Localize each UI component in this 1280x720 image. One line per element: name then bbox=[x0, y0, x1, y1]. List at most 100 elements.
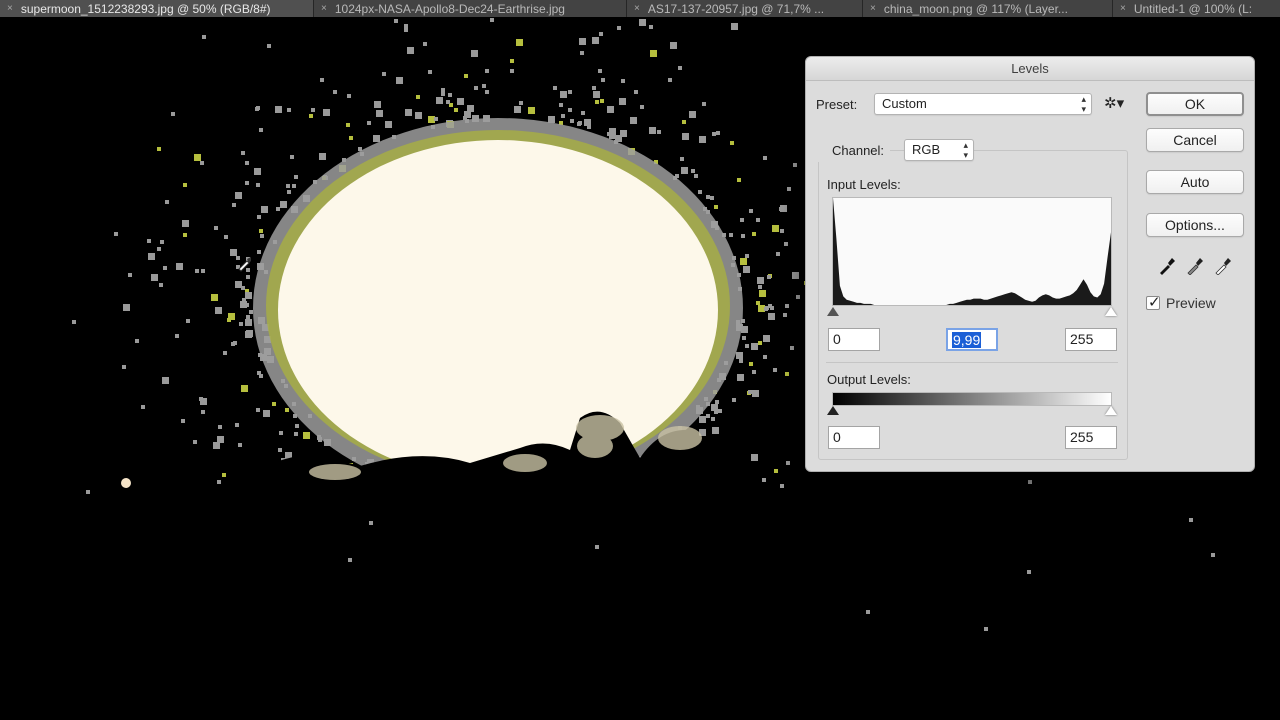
noise-pixel bbox=[218, 425, 222, 429]
preset-select[interactable]: Custom ▴ ▾ bbox=[874, 93, 1092, 115]
noise-pixel bbox=[319, 153, 326, 160]
noise-pixel bbox=[148, 253, 155, 260]
tab-supermoon[interactable]: × supermoon_1512238293.jpg @ 50% (RGB/8#… bbox=[0, 0, 314, 17]
cancel-button[interactable]: Cancel bbox=[1146, 128, 1244, 152]
gray-point-eyedropper-icon[interactable] bbox=[1185, 255, 1205, 275]
noise-pixel bbox=[423, 42, 427, 46]
dialog-title[interactable]: Levels bbox=[806, 57, 1254, 81]
channel-select[interactable]: RGB ▴ ▾ bbox=[904, 139, 974, 161]
noise-pixel bbox=[238, 443, 242, 447]
noise-pixel bbox=[259, 374, 263, 378]
noise-pixel bbox=[72, 320, 76, 324]
white-point-eyedropper-icon[interactable] bbox=[1213, 255, 1233, 275]
input-black-field[interactable]: 0 bbox=[828, 328, 880, 351]
gear-icon[interactable]: ✲▾ bbox=[1104, 94, 1124, 112]
noise-pixel bbox=[256, 183, 260, 187]
noise-pixel bbox=[278, 448, 282, 452]
noise-pixel bbox=[157, 247, 161, 251]
close-tab-icon[interactable]: × bbox=[7, 3, 13, 14]
noise-pixel bbox=[751, 343, 758, 350]
noise-pixel bbox=[740, 258, 747, 265]
close-tab-icon[interactable]: × bbox=[870, 3, 876, 14]
noise-pixel bbox=[758, 341, 762, 345]
preview-checkbox-row[interactable]: Preview bbox=[1146, 293, 1216, 311]
noise-pixel bbox=[290, 155, 294, 159]
noise-pixel bbox=[135, 339, 139, 343]
noise-pixel bbox=[245, 181, 249, 185]
output-black-field[interactable]: 0 bbox=[828, 426, 880, 449]
close-tab-icon[interactable]: × bbox=[321, 3, 327, 14]
noise-pixel bbox=[241, 385, 248, 392]
noise-pixel bbox=[763, 355, 767, 359]
noise-pixel bbox=[796, 295, 800, 299]
noise-pixel bbox=[581, 111, 585, 115]
noise-pixel bbox=[323, 109, 330, 116]
tab-untitled-1[interactable]: × Untitled-1 @ 100% (L: bbox=[1113, 0, 1280, 17]
noise-pixel bbox=[577, 122, 581, 126]
channel-value: RGB bbox=[912, 142, 941, 157]
noise-pixel bbox=[415, 112, 422, 119]
noise-pixel bbox=[285, 408, 289, 412]
options-button[interactable]: Options... bbox=[1146, 213, 1244, 237]
noise-pixel bbox=[349, 136, 353, 140]
noise-pixel bbox=[454, 108, 458, 112]
noise-pixel bbox=[183, 183, 187, 187]
black-point-eyedropper-icon[interactable] bbox=[1157, 255, 1177, 275]
input-white-slider[interactable] bbox=[1105, 307, 1117, 316]
histogram bbox=[832, 197, 1112, 306]
noise-pixel bbox=[287, 190, 291, 194]
tab-as17[interactable]: × AS17-137-20957.jpg @ 71,7% ... bbox=[627, 0, 863, 17]
noise-pixel bbox=[457, 98, 464, 105]
preview-checkbox[interactable] bbox=[1146, 293, 1161, 311]
auto-button[interactable]: Auto bbox=[1146, 170, 1244, 194]
noise-pixel bbox=[404, 28, 408, 32]
output-white-field[interactable]: 255 bbox=[1065, 426, 1117, 449]
noise-pixel bbox=[122, 365, 126, 369]
noise-pixel bbox=[780, 484, 784, 488]
noise-pixel bbox=[217, 480, 221, 484]
noise-pixel bbox=[580, 51, 584, 55]
noise-pixel bbox=[649, 127, 656, 134]
noise-pixel bbox=[730, 141, 734, 145]
noise-pixel bbox=[768, 304, 772, 308]
star-pixel bbox=[1211, 553, 1215, 557]
input-black-slider[interactable] bbox=[827, 307, 839, 316]
noise-pixel bbox=[235, 281, 242, 288]
input-white-field[interactable]: 255 bbox=[1065, 328, 1117, 351]
noise-pixel bbox=[407, 47, 414, 54]
channel-row: Channel: bbox=[818, 140, 891, 162]
noise-pixel bbox=[790, 346, 794, 350]
input-gamma-field[interactable]: 9,99 bbox=[946, 328, 998, 351]
noise-pixel bbox=[464, 74, 468, 78]
section-divider bbox=[826, 362, 1118, 363]
tab-china-moon[interactable]: × china_moon.png @ 117% (Layer... bbox=[863, 0, 1113, 17]
tab-label: china_moon.png @ 117% (Layer... bbox=[883, 1, 1068, 16]
noise-pixel bbox=[752, 390, 759, 397]
noise-pixel bbox=[598, 69, 602, 73]
levels-dialog: Levels Preset: Custom ▴ ▾ ✲▾ Channel: RGB… bbox=[805, 56, 1255, 472]
noise-pixel bbox=[246, 315, 250, 319]
close-tab-icon[interactable]: × bbox=[1120, 3, 1126, 14]
noise-pixel bbox=[471, 50, 478, 57]
noise-pixel bbox=[235, 192, 242, 199]
close-tab-icon[interactable]: × bbox=[634, 3, 640, 14]
noise-pixel bbox=[716, 131, 720, 135]
preset-label: Preset: bbox=[816, 97, 858, 112]
noise-pixel bbox=[123, 304, 130, 311]
noise-pixel bbox=[245, 161, 249, 165]
output-white-slider[interactable] bbox=[1105, 406, 1117, 415]
noise-pixel bbox=[711, 417, 715, 421]
tab-earthrise[interactable]: × 1024px-NASA-Apollo8-Dec24-Earthrise.jp… bbox=[314, 0, 627, 17]
noise-pixel bbox=[639, 19, 646, 26]
preview-label: Preview bbox=[1166, 295, 1216, 311]
noise-pixel bbox=[785, 372, 789, 376]
output-black-slider[interactable] bbox=[827, 406, 839, 415]
output-levels-label: Output Levels: bbox=[827, 372, 911, 387]
noise-pixel bbox=[162, 377, 169, 384]
noise-pixel bbox=[485, 69, 489, 73]
noise-pixel bbox=[235, 423, 239, 427]
ok-button[interactable]: OK bbox=[1146, 92, 1244, 116]
star-pixel bbox=[86, 490, 90, 494]
noise-pixel bbox=[260, 234, 264, 238]
bright-star bbox=[121, 478, 131, 488]
